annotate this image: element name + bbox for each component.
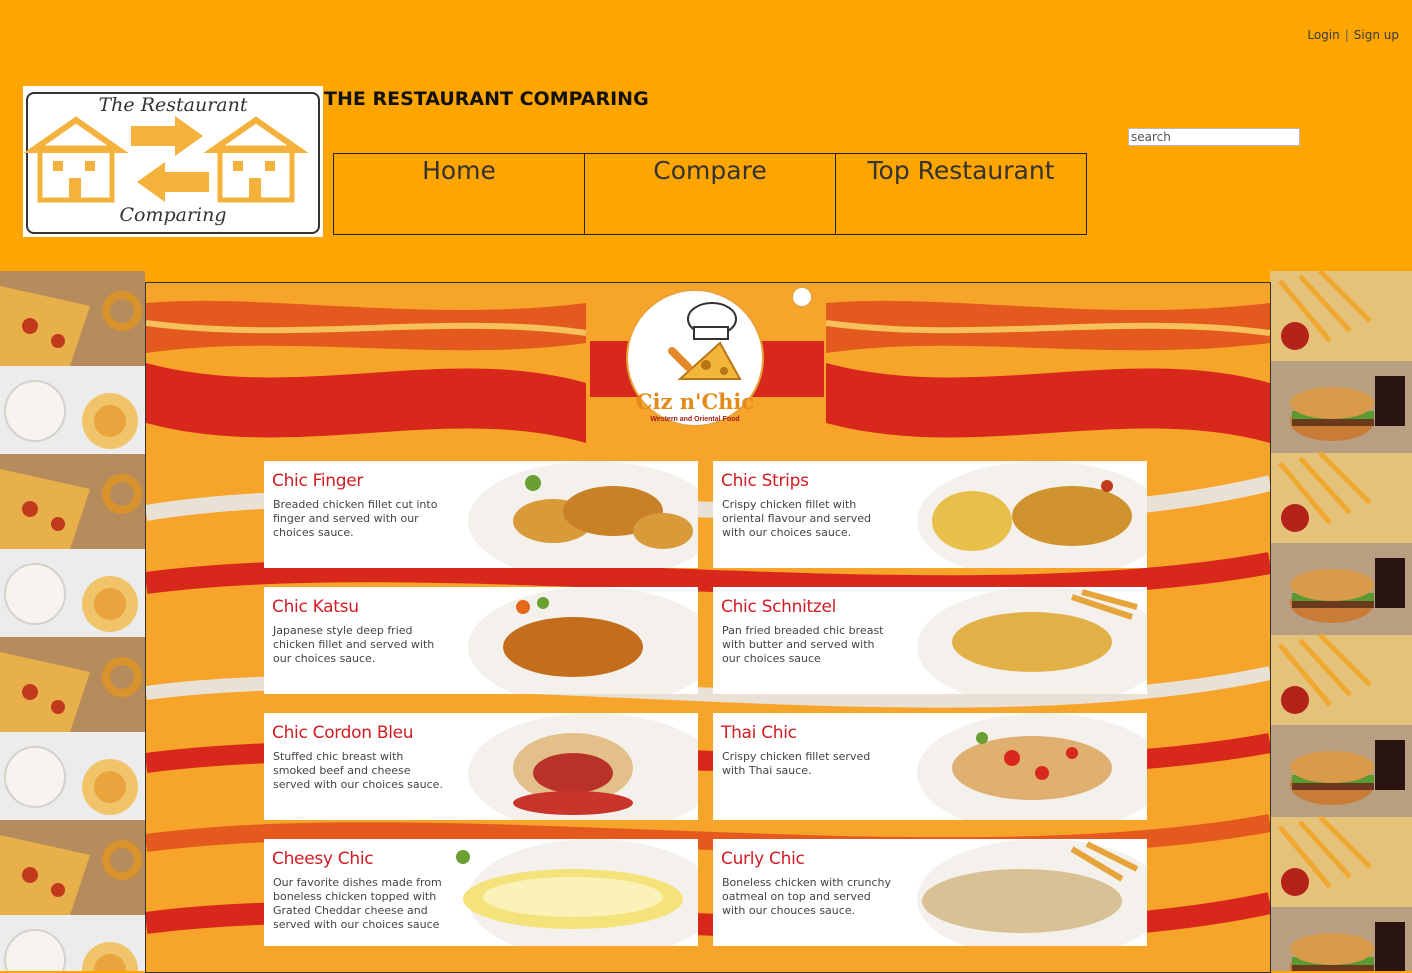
menu-card[interactable]: Chic Strips Crispy chicken fillet with o… xyxy=(713,461,1147,568)
chic-strips-photo xyxy=(872,461,1147,568)
left-food-background xyxy=(0,271,145,971)
menu-item-description: Japanese style deep fried chicken fillet… xyxy=(273,624,435,665)
nav-home-label: Home xyxy=(422,156,496,185)
brand-logo: Ciz n'Chic Western and Oriental Food xyxy=(626,289,764,427)
menu-item-description: Crispy chicken fillet served with Thai s… xyxy=(722,750,871,777)
menu-card[interactable]: Chic Finger Breaded chicken fillet cut i… xyxy=(264,461,698,568)
search-input[interactable] xyxy=(1128,128,1300,146)
menu-card[interactable]: Chic Katsu Japanese style deep fried chi… xyxy=(264,587,698,694)
thai-chic-photo xyxy=(872,713,1147,820)
curly-chic-photo xyxy=(872,839,1147,946)
auth-links: Login | Sign up xyxy=(1307,28,1399,42)
logo-text-bottom: Comparing xyxy=(119,204,227,226)
menu-item-description: Our favorite dishes made from boneless c… xyxy=(273,876,442,931)
menu-card[interactable]: Curly Chic Boneless chicken with crunchy… xyxy=(713,839,1147,946)
menu-item-title: Cheesy Chic xyxy=(272,849,374,869)
chic-schnitzel-photo xyxy=(872,587,1147,694)
menu-card[interactable]: Thai Chic Crispy chicken fillet served w… xyxy=(713,713,1147,820)
nav-compare[interactable]: Compare xyxy=(584,153,836,235)
nav-top-restaurant[interactable]: Top Restaurant xyxy=(835,153,1087,235)
site-logo[interactable]: The Restaurant Comparing xyxy=(23,86,323,237)
menu-item-title: Curly Chic xyxy=(721,849,805,869)
menu-item-description: Stuffed chic breast with smoked beef and… xyxy=(273,750,443,791)
food-collage-left-image xyxy=(0,271,145,971)
nav-home[interactable]: Home xyxy=(333,153,585,235)
logo-text-top: The Restaurant xyxy=(98,94,248,116)
login-link[interactable]: Login xyxy=(1307,28,1339,42)
main-nav: Home Compare Top Restaurant xyxy=(333,153,1087,235)
menu-card[interactable]: Chic Schnitzel Pan fried breaded chic br… xyxy=(713,587,1147,694)
menu-item-title: Chic Schnitzel xyxy=(721,597,837,617)
site-header: Login | Sign up The Restaurant Comparing T… xyxy=(0,0,1412,271)
right-food-background xyxy=(1270,271,1412,971)
chic-cordon-bleu-photo xyxy=(423,713,698,820)
nav-compare-label: Compare xyxy=(653,156,767,185)
menu-item-title: Chic Katsu xyxy=(272,597,359,617)
menu-item-description: Pan fried breaded chic breast with butte… xyxy=(722,624,884,665)
nav-top-restaurant-label: Top Restaurant xyxy=(867,156,1055,185)
menu-item-description: Breaded chicken fillet cut into finger a… xyxy=(273,498,438,539)
menu-item-title: Chic Finger xyxy=(272,471,364,491)
food-collage-right-image xyxy=(1270,271,1412,971)
cheesy-chic-photo xyxy=(423,839,698,946)
site-title: THE RESTAURANT COMPARING xyxy=(324,88,649,110)
menu-card[interactable]: Chic Cordon Bleu Stuffed chic breast wit… xyxy=(264,713,698,820)
chef-hat-icon xyxy=(668,302,742,380)
chic-katsu-photo xyxy=(423,587,698,694)
menu-item-description: Crispy chicken fillet with oriental flav… xyxy=(722,498,872,539)
menu-item-title: Thai Chic xyxy=(721,723,797,743)
menu-card[interactable]: Cheesy Chic Our favorite dishes made fro… xyxy=(264,839,698,946)
menu-item-description: Boneless chicken with crunchy oatmeal on… xyxy=(722,876,892,917)
brand-name: Ciz n'Chic xyxy=(635,389,755,414)
signup-link[interactable]: Sign up xyxy=(1354,28,1399,42)
brand-tagline: Western and Oriental Food xyxy=(650,416,740,423)
chic-finger-photo xyxy=(423,461,698,568)
menu-item-title: Chic Strips xyxy=(721,471,809,491)
restaurant-menu-panel: Ciz n'Chic Western and Oriental Food Chi… xyxy=(145,282,1271,973)
menu-item-title: Chic Cordon Bleu xyxy=(272,723,414,743)
auth-separator: | xyxy=(1344,28,1349,42)
